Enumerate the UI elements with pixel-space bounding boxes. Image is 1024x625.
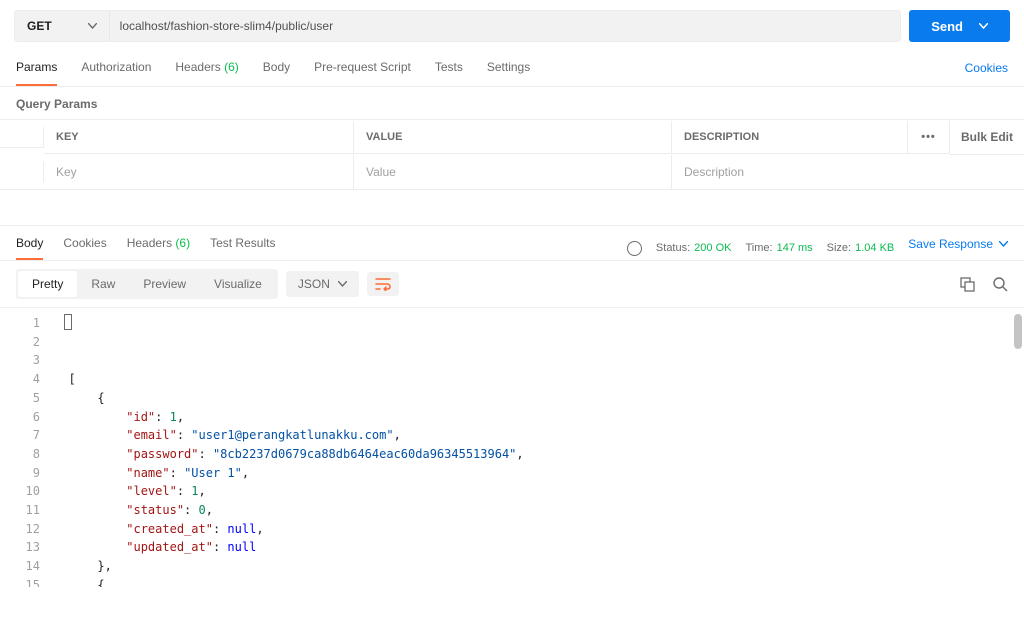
resp-tab-headers-label: Headers — [127, 236, 172, 250]
wrap-icon — [375, 277, 391, 291]
save-response-label: Save Response — [908, 237, 993, 251]
chevron-down-icon — [999, 241, 1008, 247]
query-params-label: Query Params — [0, 87, 1024, 119]
resp-tab-headers[interactable]: Headers (6) — [127, 236, 190, 260]
chevron-down-icon — [979, 23, 988, 29]
request-tabs: Params Authorization Headers (6) Body Pr… — [0, 48, 1024, 87]
line-gutter: 123456789101112131415 — [0, 308, 50, 597]
resp-tab-cookies[interactable]: Cookies — [63, 236, 106, 260]
search-icon — [993, 277, 1008, 292]
status-meta: Status:200 OK — [656, 242, 732, 254]
response-tabs: Body Cookies Headers (6) Test Results St… — [0, 225, 1024, 260]
bulk-edit-link[interactable]: Bulk Edit — [950, 120, 1024, 155]
col-header-desc: DESCRIPTION — [672, 121, 908, 154]
format-value: JSON — [298, 277, 330, 291]
tab-headers-label: Headers — [175, 60, 220, 74]
scrollbar-vertical[interactable] — [1014, 314, 1022, 349]
copy-button[interactable] — [960, 277, 975, 292]
tab-body[interactable]: Body — [263, 60, 290, 86]
cursor-icon — [64, 314, 72, 330]
tab-headers[interactable]: Headers (6) — [175, 60, 238, 86]
col-header-value: VALUE — [354, 121, 672, 154]
more-actions-icon[interactable]: ••• — [908, 121, 950, 154]
col-header-key: KEY — [44, 121, 354, 154]
chevron-down-icon — [88, 23, 97, 29]
cookies-link[interactable]: Cookies — [965, 61, 1008, 85]
tab-prerequest[interactable]: Pre-request Script — [314, 60, 411, 86]
chevron-down-icon — [338, 281, 347, 287]
response-body-code[interactable]: 123456789101112131415 [ { "id": 1, "emai… — [0, 307, 1024, 597]
wrap-lines-button[interactable] — [367, 272, 399, 296]
size-meta: Size:1.04 KB — [827, 242, 895, 254]
url-input[interactable] — [110, 11, 901, 41]
code-content: [ { "id": 1, "email": "user1@perangkatlu… — [50, 308, 1024, 597]
format-select[interactable]: JSON — [286, 271, 359, 297]
time-meta: Time:147 ms — [745, 242, 812, 254]
tab-tests[interactable]: Tests — [435, 60, 463, 86]
globe-icon[interactable] — [627, 241, 642, 256]
view-tab-visualize[interactable]: Visualize — [200, 271, 276, 297]
headers-count-badge: (6) — [224, 60, 239, 74]
tab-params[interactable]: Params — [16, 60, 57, 86]
tab-authorization[interactable]: Authorization — [81, 60, 151, 86]
http-method-select[interactable]: GET — [15, 11, 110, 41]
query-params-table: KEY VALUE DESCRIPTION ••• Bulk Edit Key … — [0, 119, 1024, 190]
view-tab-raw[interactable]: Raw — [77, 271, 129, 297]
copy-icon — [960, 277, 975, 292]
view-tab-preview[interactable]: Preview — [129, 271, 200, 297]
view-mode-tabs: Pretty Raw Preview Visualize — [16, 269, 278, 299]
http-method-value: GET — [27, 19, 52, 33]
resp-tab-body[interactable]: Body — [16, 236, 43, 260]
search-button[interactable] — [993, 277, 1008, 292]
scrollbar-horizontal[interactable] — [0, 587, 1024, 597]
send-label: Send — [931, 19, 963, 34]
value-input-placeholder[interactable]: Value — [366, 165, 396, 179]
view-tab-pretty[interactable]: Pretty — [18, 271, 77, 297]
resp-headers-count-badge: (6) — [175, 236, 190, 250]
desc-input-placeholder[interactable]: Description — [684, 165, 744, 179]
key-input-placeholder[interactable]: Key — [56, 165, 77, 179]
send-button[interactable]: Send — [909, 10, 1010, 42]
tab-settings[interactable]: Settings — [487, 60, 530, 86]
resp-tab-testresults[interactable]: Test Results — [210, 236, 275, 260]
save-response-link[interactable]: Save Response — [908, 237, 1008, 259]
